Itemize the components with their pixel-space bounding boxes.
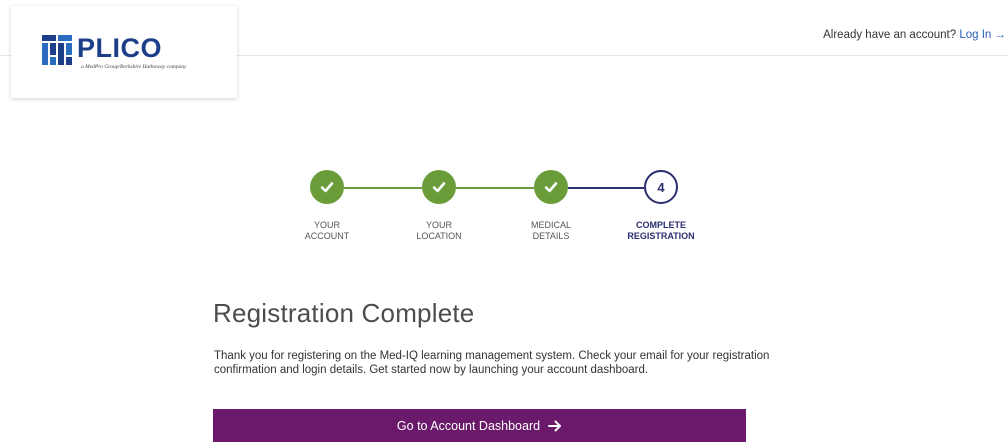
step-3-label-line2: DETAILS: [532, 231, 570, 241]
step-1-circle: [310, 170, 344, 204]
arrow-right-icon: [548, 420, 562, 431]
dashboard-button-label: Go to Account Dashboard: [396, 418, 541, 433]
login-link[interactable]: Log In →: [959, 29, 1006, 41]
login-prompt-text: Already have an account?: [823, 29, 957, 41]
step-4-label: COMPLETE REGISTRATION: [606, 220, 716, 242]
step-1-label-line2: ACCOUNT: [304, 231, 350, 241]
step-connector: [344, 187, 422, 189]
logo-text: PLICO: [77, 33, 163, 63]
step-4-label-line2: REGISTRATION: [627, 231, 695, 241]
logo-tagline: a MedPro Group/Berkshire Hathaway compan…: [81, 64, 187, 70]
step-1-label-line1: YOUR: [313, 220, 340, 230]
step-4-number: 4: [657, 179, 665, 195]
step-2-circle: [422, 170, 456, 204]
check-icon: [320, 182, 334, 193]
step-4-circle: 4: [644, 170, 678, 204]
step-connector: [456, 187, 534, 189]
step-3-label-line1: MEDICAL: [530, 220, 571, 230]
step-connector: [568, 187, 644, 189]
logo-card[interactable]: PLICO a MedPro Group/Berkshire Hathaway …: [11, 6, 237, 98]
registration-stepper: YOUR ACCOUNT YOUR LOCATION MEDICAL DETAI…: [290, 170, 720, 250]
page-title: Registration Complete: [213, 298, 475, 328]
step-3-circle: [534, 170, 568, 204]
registration-page: PLICO a MedPro Group/Berkshire Hathaway …: [0, 0, 1008, 442]
check-icon: [544, 182, 558, 193]
step-1-label: YOUR ACCOUNT: [272, 220, 382, 242]
step-2-label-line2: LOCATION: [416, 231, 462, 241]
plico-logo-icon: [42, 35, 72, 65]
arrow-right-icon: →: [994, 29, 1007, 41]
step-2-label: YOUR LOCATION: [384, 220, 494, 242]
check-icon: [432, 182, 446, 193]
step-3-label: MEDICAL DETAILS: [496, 220, 606, 242]
confirmation-message: Thank you for registering on the Med-IQ …: [214, 350, 770, 376]
step-4-label-line1: COMPLETE: [635, 220, 686, 230]
go-to-dashboard-button[interactable]: Go to Account Dashboard: [213, 409, 746, 442]
login-link-label: Log In: [959, 29, 992, 41]
step-2-label-line1: YOUR: [425, 220, 452, 230]
login-prompt: Already have an account? Log In →: [823, 29, 1006, 41]
